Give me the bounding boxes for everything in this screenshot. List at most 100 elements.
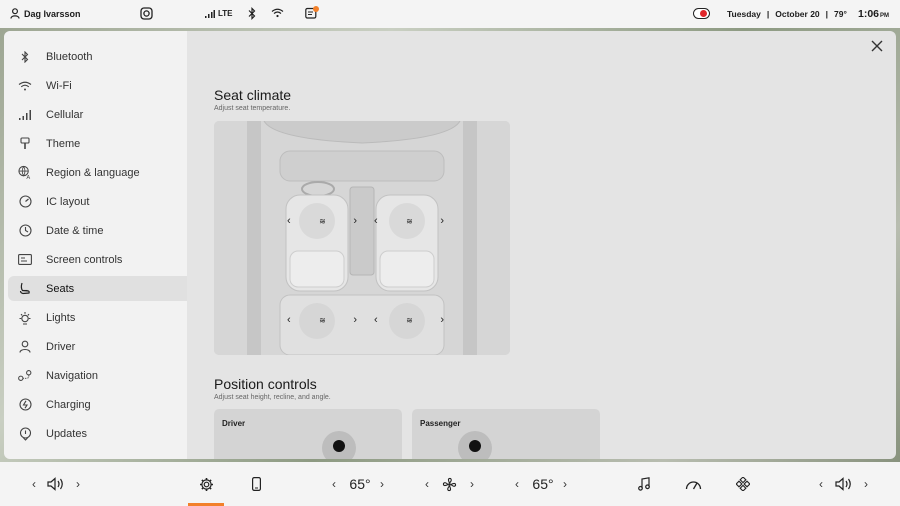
sidebar-item-driver[interactable]: Driver: [8, 334, 187, 359]
date-label: October 20: [775, 9, 820, 19]
increase-heat-rear-left-button[interactable]: ›: [353, 314, 357, 326]
sidebar-item-label: Screen controls: [46, 253, 123, 266]
sidebar-item-date-time[interactable]: Date & time: [8, 218, 187, 243]
screen-controls-icon: [18, 253, 32, 267]
position-controls-title: Position controls: [214, 376, 317, 392]
record-icon: [693, 8, 710, 19]
passenger-seat-knob[interactable]: [458, 431, 492, 459]
clock-icon: [18, 224, 32, 238]
driver-seat-knob[interactable]: [322, 431, 356, 459]
seat-heat-icon: ≋: [406, 315, 413, 325]
volume-up-button[interactable]: ›: [73, 475, 83, 493]
apps-grid-icon[interactable]: [735, 475, 751, 493]
user-profile[interactable]: Dag Ivarsson: [10, 8, 81, 19]
light-icon: [18, 311, 32, 325]
sidebar-item-seats[interactable]: Seats: [8, 276, 187, 301]
decrease-heat-rear-right-button[interactable]: ‹: [374, 314, 378, 326]
knob-center: [333, 440, 345, 452]
sidebar-item-wifi[interactable]: Wi-Fi: [8, 73, 187, 98]
right-volume-icon[interactable]: [834, 475, 854, 493]
volume-down-button[interactable]: ‹: [29, 475, 39, 493]
right-volume-down-button[interactable]: ‹: [816, 475, 826, 493]
close-icon[interactable]: [869, 38, 885, 54]
passenger-position-card[interactable]: Passenger: [412, 409, 600, 459]
sidebar-item-updates[interactable]: Updates: [8, 421, 187, 446]
seat-heat-driver: ‹ ≋ ›: [287, 209, 357, 233]
sidebar-item-theme[interactable]: Theme: [8, 131, 187, 156]
region-language-icon: A: [18, 165, 32, 180]
music-icon[interactable]: [636, 475, 652, 493]
ic-layout-icon: [18, 195, 32, 209]
sidebar-item-label: Seats: [46, 282, 75, 295]
sidebar-item-lights[interactable]: Lights: [8, 305, 187, 330]
fan-up-button[interactable]: ›: [467, 475, 477, 493]
wifi-icon: [18, 79, 32, 93]
sidebar-item-cellular[interactable]: Cellular: [8, 102, 187, 127]
car-top-view-illustration: [214, 121, 510, 355]
time-suffix: PM: [880, 13, 890, 19]
right-temp-up-button[interactable]: ›: [560, 475, 570, 493]
settings-sidebar: Bluetooth Wi-Fi Cellular Theme A Region …: [4, 31, 187, 459]
camera-icon[interactable]: [140, 7, 153, 20]
sidebar-item-label: Theme: [46, 137, 81, 150]
increase-heat-driver-button[interactable]: ›: [353, 215, 357, 227]
sidebar-item-label: Charging: [46, 398, 91, 411]
user-name: Dag Ivarsson: [24, 8, 81, 19]
increase-heat-rear-right-button[interactable]: ›: [440, 314, 444, 326]
bluetooth-icon: [18, 50, 32, 64]
sidebar-item-ic-layout[interactable]: IC layout: [8, 189, 187, 214]
driver-position-card[interactable]: Driver: [214, 409, 402, 459]
seat-climate-subtitle: Adjust seat temperature.: [214, 105, 291, 112]
navigation-icon: [18, 369, 32, 383]
sidebar-item-screen-controls[interactable]: Screen controls: [8, 247, 187, 272]
right-temp-down-button[interactable]: ‹: [512, 475, 522, 493]
outside-temp: 79°: [834, 9, 847, 19]
svg-text:A: A: [26, 175, 30, 180]
seat-heat-rear-left: ‹ ≋ ›: [287, 308, 357, 332]
wifi-status-icon[interactable]: [271, 8, 284, 18]
volume-icon[interactable]: [46, 475, 66, 493]
notification-badge: [313, 6, 319, 12]
sidebar-item-label: Bluetooth: [46, 50, 93, 63]
record-indicator[interactable]: [693, 8, 710, 19]
notifications[interactable]: [305, 6, 319, 21]
driver-icon: [18, 340, 32, 354]
decrease-heat-passenger-button[interactable]: ‹: [374, 215, 378, 227]
fan-down-button[interactable]: ‹: [422, 475, 432, 493]
seat-heat-icon: ≋: [406, 216, 413, 226]
time-label: 1:06: [858, 8, 880, 20]
seat-heat-icon: ≋: [319, 216, 326, 226]
decrease-heat-rear-left-button[interactable]: ‹: [287, 314, 291, 326]
speedometer-icon[interactable]: [684, 475, 702, 493]
sidebar-item-region-language[interactable]: A Region & language: [8, 160, 187, 185]
signal-bars-icon: [205, 9, 215, 18]
bottom-bar: ‹ › ‹ 65° › ‹ › ‹ 65° › ‹ ›: [0, 462, 900, 506]
sidebar-item-label: Navigation: [46, 369, 98, 382]
bluetooth-status-icon[interactable]: [248, 7, 256, 20]
settings-panel: Bluetooth Wi-Fi Cellular Theme A Region …: [4, 31, 896, 459]
network-type: LTE: [218, 9, 233, 18]
knob-center: [469, 440, 481, 452]
left-temp-value: 65°: [349, 476, 371, 492]
settings-gear-icon[interactable]: [197, 475, 215, 493]
sidebar-item-bluetooth[interactable]: Bluetooth: [8, 44, 187, 69]
seat-heat-icon: ≋: [319, 315, 326, 325]
fan-icon[interactable]: [440, 475, 458, 493]
right-volume-up-button[interactable]: ›: [861, 475, 871, 493]
sidebar-item-navigation[interactable]: Navigation: [8, 363, 187, 388]
sidebar-item-charging[interactable]: Charging: [8, 392, 187, 417]
seat-icon: [18, 282, 32, 296]
phone-icon[interactable]: [249, 475, 263, 493]
right-temp-value: 65°: [532, 476, 554, 492]
driver-card-label: Driver: [222, 419, 246, 428]
decrease-heat-driver-button[interactable]: ‹: [287, 215, 291, 227]
left-temp-up-button[interactable]: ›: [377, 475, 387, 493]
separator: |: [825, 9, 829, 19]
left-temp-down-button[interactable]: ‹: [329, 475, 339, 493]
seat-heat-passenger: ‹ ≋ ›: [374, 209, 444, 233]
sidebar-item-label: Lights: [46, 311, 76, 324]
day-label: Tuesday: [727, 9, 761, 19]
separator: |: [766, 9, 770, 19]
seat-heat-rear-right: ‹ ≋ ›: [374, 308, 444, 332]
increase-heat-passenger-button[interactable]: ›: [440, 215, 444, 227]
